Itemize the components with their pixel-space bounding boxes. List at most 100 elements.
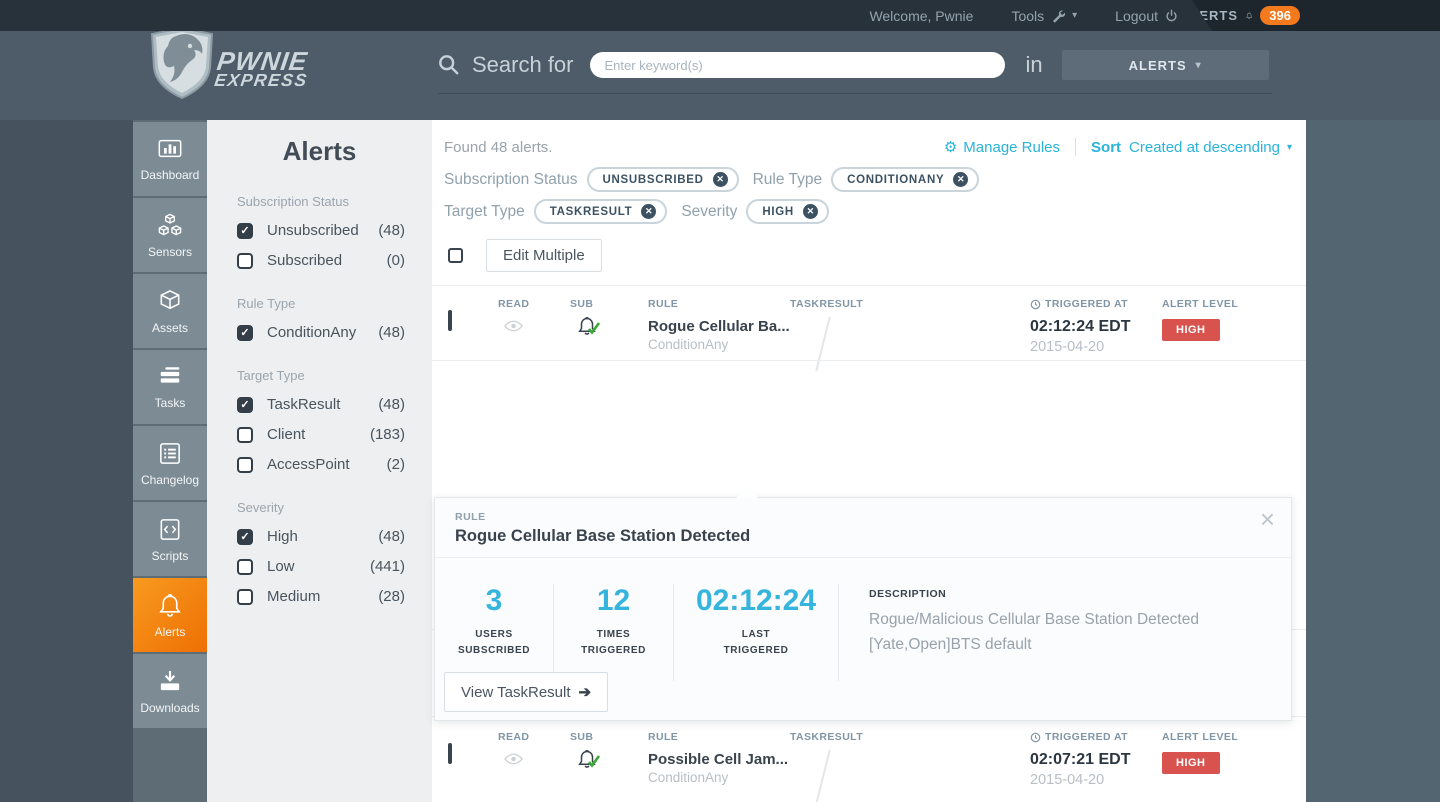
- filter-option-count: (2): [386, 456, 405, 473]
- brand-line2: EXPRESS: [213, 70, 310, 91]
- filter-option-count: (48): [378, 324, 405, 341]
- filter-option-high[interactable]: ✓ High (48): [237, 528, 405, 545]
- chevron-down-icon[interactable]: ▾: [1287, 142, 1292, 153]
- filter-option-subscribed[interactable]: Subscribed (0): [237, 252, 405, 269]
- remove-chip-icon[interactable]: ✕: [953, 172, 969, 187]
- checkbox-checked[interactable]: ✓: [237, 528, 253, 545]
- filter-option-low[interactable]: Low (441): [237, 558, 405, 575]
- column-header-level: ALERT LEVEL: [1162, 731, 1239, 743]
- bell-icon: [1246, 12, 1253, 20]
- filter-option-unsubscribed[interactable]: ✓ Unsubscribed (48): [237, 222, 405, 239]
- select-all-checkbox[interactable]: [448, 248, 463, 263]
- checkbox-unchecked[interactable]: [237, 252, 253, 269]
- tools-menu[interactable]: Tools ▾: [1011, 8, 1077, 24]
- divider: [1075, 138, 1077, 156]
- subscribe-bell-check-icon[interactable]: [576, 315, 602, 339]
- sidebar-item-changelog[interactable]: Changelog: [133, 426, 207, 500]
- filter-option-count: (183): [369, 426, 405, 443]
- read-eye-icon[interactable]: [504, 320, 523, 332]
- checkbox-unchecked[interactable]: [237, 558, 253, 575]
- filter-option-label: Unsubscribed: [267, 222, 359, 239]
- checkbox-unchecked[interactable]: [237, 588, 253, 605]
- sidebar-item-downloads[interactable]: Downloads: [133, 654, 207, 728]
- filter-option-conditionany[interactable]: ✓ ConditionAny (48): [237, 324, 405, 341]
- edit-multiple-button[interactable]: Edit Multiple: [486, 239, 602, 272]
- stat-times-triggered: 12 TIMES TRIGGERED: [554, 584, 674, 681]
- column-header-taskresult: TASKRESULT: [790, 298, 864, 310]
- remove-chip-icon[interactable]: ✕: [641, 204, 657, 219]
- logout-label: Logout: [1115, 7, 1158, 24]
- row-checkbox[interactable]: [448, 310, 452, 331]
- remove-chip-icon[interactable]: ✕: [802, 204, 818, 219]
- logout-button[interactable]: Logout: [1115, 8, 1178, 24]
- popover-arrow: [736, 488, 758, 498]
- chevron-down-icon: ▾: [1072, 10, 1078, 21]
- sidebar-item-dashboard[interactable]: Dashboard: [133, 122, 207, 196]
- checkbox-unchecked[interactable]: [237, 456, 253, 473]
- remove-chip-icon[interactable]: ✕: [712, 172, 728, 187]
- chip-subscription-status: Subscription Status UNSUBSCRIBED ✕: [444, 167, 739, 192]
- column-header-level: ALERT LEVEL: [1162, 298, 1239, 310]
- row-checkbox[interactable]: [448, 743, 452, 764]
- brand-logo[interactable]: PWNIE EXPRESS: [142, 24, 310, 102]
- chip-value: CONDITIONANY: [847, 173, 945, 186]
- checkbox-checked[interactable]: ✓: [237, 324, 253, 341]
- chip-pill-high[interactable]: HIGH ✕: [746, 199, 829, 224]
- search-scope-dropdown[interactable]: ALERTS ▾: [1061, 50, 1269, 80]
- rule-type: ConditionAny: [648, 770, 729, 785]
- subscribe-bell-check-icon[interactable]: [576, 748, 602, 772]
- search-input[interactable]: [589, 52, 1005, 78]
- sidebar-item-alerts[interactable]: Alerts: [133, 578, 207, 652]
- chip-target-type: Target Type TASKRESULT ✕: [444, 199, 668, 224]
- sidebar-item-label: Alerts: [154, 624, 186, 639]
- column-header-rule: RULE: [648, 731, 679, 743]
- sidebar-item-sensors[interactable]: Sensors: [133, 198, 207, 272]
- welcome-user[interactable]: Welcome, Pwnie: [869, 8, 973, 24]
- checkbox-checked[interactable]: ✓: [237, 222, 253, 239]
- read-eye-icon[interactable]: [504, 753, 523, 765]
- close-icon[interactable]: ×: [1260, 506, 1275, 532]
- column-header-taskresult: TASKRESULT: [790, 731, 864, 743]
- top-nav: Welcome, Pwnie Tools ▾ Logout: [869, 0, 1178, 31]
- filter-group-heading: Rule Type: [237, 296, 296, 311]
- filter-option-taskresult[interactable]: ✓ TaskResult (48): [237, 396, 405, 413]
- chip-pill-conditionany[interactable]: CONDITIONANY ✕: [831, 167, 980, 192]
- filter-option-medium[interactable]: Medium (28): [237, 588, 405, 605]
- manage-rules-link[interactable]: Manage Rules: [963, 139, 1060, 156]
- tools-label: Tools: [1011, 7, 1045, 24]
- cubes-icon: [158, 213, 182, 235]
- stat-last-triggered: 02:12:24 LAST TRIGGERED: [674, 584, 839, 681]
- alert-row: READ SUB RULE Rogue Cellular Ba... Condi…: [432, 285, 1306, 372]
- alerts-shortcut-label: ALERTS: [1180, 8, 1238, 23]
- results-header: Found 48 alerts. ⚙ Manage Rules Sort Cre…: [432, 120, 1306, 156]
- popover-rule-label: RULE: [455, 511, 486, 523]
- rule-name-link[interactable]: Rogue Cellular Ba...: [648, 318, 790, 335]
- triggered-time: 02:07:21 EDT: [1030, 751, 1131, 768]
- chip-value: TASKRESULT: [549, 205, 633, 218]
- alerts-shortcut[interactable]: ALERTS 396: [1180, 0, 1440, 31]
- sort-value-dropdown[interactable]: Created at descending: [1129, 139, 1280, 156]
- sidebar-item-scripts[interactable]: Scripts: [133, 502, 207, 576]
- popover-stats: 3 USERS SUBSCRIBED 12 TIMES TRIGGERED 02:1…: [435, 558, 1291, 681]
- chip-pill-unsubscribed[interactable]: UNSUBSCRIBED ✕: [586, 167, 739, 192]
- popover-rule-name: Rogue Cellular Base Station Detected: [455, 527, 751, 545]
- sidebar: Dashboard Sensors Assets Tasks Changelog…: [133, 120, 207, 802]
- view-taskresult-button[interactable]: View TaskResult ➔: [444, 672, 609, 712]
- chip-pill-taskresult[interactable]: TASKRESULT ✕: [533, 199, 668, 224]
- rule-name-link[interactable]: Possible Cell Jam...: [648, 751, 790, 768]
- chip-value: UNSUBSCRIBED: [602, 173, 704, 186]
- checkbox-checked[interactable]: ✓: [237, 396, 253, 413]
- alerts-results-panel: Found 48 alerts. ⚙ Manage Rules Sort Cre…: [432, 120, 1306, 802]
- column-header-triggered: TRIGGERED AT: [1030, 731, 1162, 743]
- sidebar-item-tasks[interactable]: Tasks: [133, 350, 207, 424]
- filter-option-client[interactable]: Client (183): [237, 426, 405, 443]
- alert-row: READ SUB RULE Possible Cell Jam... Condi…: [432, 716, 1306, 802]
- filter-option-label: Subscribed: [267, 252, 343, 269]
- filter-option-accesspoint[interactable]: AccessPoint (2): [237, 456, 405, 473]
- rule-detail-popover: RULE Rogue Cellular Base Station Detecte…: [434, 488, 1292, 721]
- sidebar-item-assets[interactable]: Assets: [133, 274, 207, 348]
- chevron-down-icon: ▾: [1195, 59, 1202, 71]
- left-margin-strip: [0, 94, 133, 802]
- column-header-rule: RULE: [648, 298, 679, 310]
- checkbox-unchecked[interactable]: [237, 426, 253, 443]
